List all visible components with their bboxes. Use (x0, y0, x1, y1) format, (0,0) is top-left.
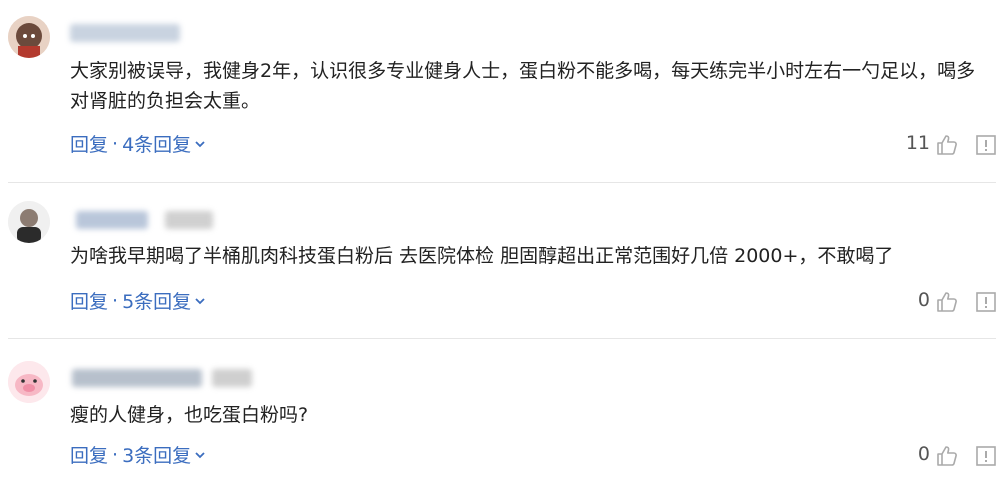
comment-text: 大家别被误导，我健身2年，认识很多专业健身人士，蛋白粉不能多喝，每天练完半小时左… (70, 60, 976, 112)
comment-item: 为啥我早期喝了半桶肌肉科技蛋白粉后 去医院体检 胆固醇超出正常范围好几倍 200… (0, 183, 996, 338)
thumbs-up-icon[interactable] (935, 133, 959, 157)
comment-item: 大家别被误导，我健身2年，认识很多专业健身人士，蛋白粉不能多喝，每天练完半小时左… (0, 0, 996, 182)
reply-button[interactable]: 回复 (70, 130, 108, 157)
like-count: 0 (917, 289, 930, 311)
separator: · (112, 132, 119, 155)
report-icon[interactable] (975, 291, 996, 313)
username-blurred[interactable] (76, 211, 148, 229)
reply-row: 回复 · 4条回复 (70, 130, 205, 157)
avatar-image (8, 16, 50, 58)
like-count: 0 (917, 443, 930, 465)
view-replies-button[interactable]: 4条回复 (122, 130, 191, 157)
chevron-down-icon[interactable] (195, 139, 205, 149)
reply-row: 回复 · 3条回复 (70, 441, 205, 468)
chevron-down-icon[interactable] (195, 296, 205, 306)
avatar[interactable] (8, 201, 50, 243)
view-replies-button[interactable]: 5条回复 (122, 287, 191, 314)
thumbs-up-icon[interactable] (935, 290, 959, 314)
reply-button[interactable]: 回复 (70, 287, 108, 314)
reply-button[interactable]: 回复 (70, 441, 108, 468)
avatar[interactable] (8, 16, 50, 58)
view-replies-button[interactable]: 3条回复 (122, 441, 191, 468)
comment-text: 为啥我早期喝了半桶肌肉科技蛋白粉后 去医院体检 胆固醇超出正常范围好几倍 200… (70, 245, 894, 267)
report-icon[interactable] (975, 134, 996, 156)
comment-text: 瘦的人健身，也吃蛋白粉吗? (70, 404, 309, 426)
avatar-image (8, 201, 50, 243)
report-icon[interactable] (975, 445, 996, 467)
username-blurred[interactable] (212, 369, 252, 387)
reply-row: 回复 · 5条回复 (70, 287, 205, 314)
chevron-down-icon[interactable] (195, 450, 205, 460)
comment-item: 瘦的人健身，也吃蛋白粉吗? 回复 · 3条回复 0 (0, 339, 996, 498)
like-count: 11 (905, 132, 930, 154)
separator: · (112, 443, 119, 466)
avatar-image (8, 361, 50, 403)
username-blurred[interactable] (72, 369, 202, 387)
username-blurred[interactable] (165, 211, 213, 229)
username-blurred[interactable] (70, 24, 180, 42)
avatar[interactable] (8, 361, 50, 403)
separator: · (112, 289, 119, 312)
thumbs-up-icon[interactable] (935, 444, 959, 468)
